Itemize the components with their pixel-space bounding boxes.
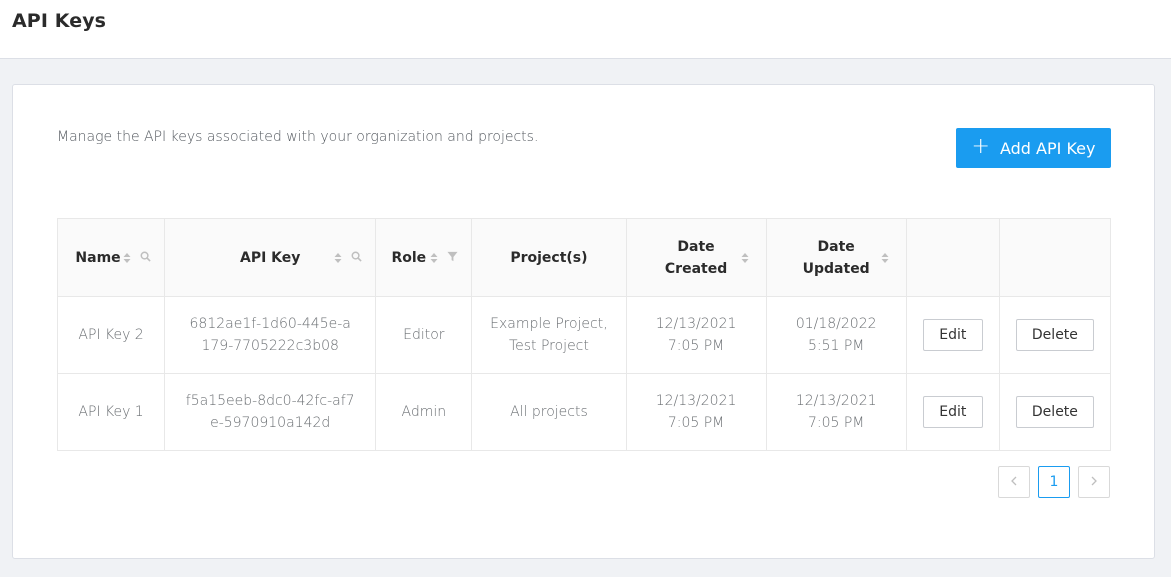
column-label-api-key: API Key — [239, 249, 301, 266]
sort-icon[interactable] — [880, 252, 890, 264]
filter-icon[interactable] — [447, 247, 458, 269]
cell-delete: Delete — [998, 296, 1112, 374]
api-key-value: f5a15eeb-8dc0-42fc-af7e-5970910a142d — [185, 393, 355, 431]
projects-value: All projects — [510, 404, 588, 420]
cell-projects: Example Project, Test Project — [471, 296, 627, 374]
api-keys-card: Manage the API keys associated with your… — [12, 84, 1155, 559]
delete-button[interactable]: Delete — [1015, 319, 1094, 351]
column-label-projects: Project(s) — [510, 249, 588, 266]
column-label-name: Name — [75, 249, 121, 266]
cell-date-created: 12/13/2021 7:05 PM — [625, 373, 767, 451]
pagination-prev-button[interactable] — [998, 466, 1030, 498]
add-api-key-button[interactable]: + Add API Key — [956, 128, 1111, 168]
column-header-edit — [905, 218, 1000, 297]
sort-icon[interactable] — [122, 252, 132, 264]
date-updated-value: 01/18/2022 5:51 PM — [795, 316, 877, 354]
page-description: Manage the API keys associated with your… — [57, 129, 539, 145]
pagination-next-button[interactable] — [1078, 466, 1110, 498]
column-header-role[interactable]: Role — [375, 218, 473, 297]
plus-icon: + — [971, 134, 990, 159]
cell-edit: Edit — [905, 373, 1000, 451]
page-title: API Keys — [12, 10, 107, 32]
date-updated-value: 12/13/2021 7:05 PM — [795, 393, 877, 431]
cell-date-updated: 12/13/2021 7:05 PM — [765, 373, 907, 451]
column-header-date-created[interactable]: Date Created — [625, 218, 767, 297]
cell-role: Editor — [375, 296, 473, 374]
table-header-row: Name API Key Role Project(s) Date Create… — [56, 218, 1112, 297]
chevron-right-icon — [1090, 474, 1098, 490]
date-created-value: 12/13/2021 7:05 PM — [655, 393, 737, 431]
column-label-date-created: Date Created — [664, 238, 728, 277]
edit-button[interactable]: Edit — [922, 319, 983, 351]
top-bar: API Keys — [0, 0, 1171, 59]
cell-date-updated: 01/18/2022 5:51 PM — [765, 296, 907, 374]
delete-button[interactable]: Delete — [1015, 396, 1094, 428]
column-header-date-updated[interactable]: Date Updated — [765, 218, 907, 297]
table-row: API Key 2 6812ae1f-1d60-445e-a179-770522… — [56, 296, 1112, 374]
column-label-role: Role — [391, 249, 427, 266]
column-header-projects[interactable]: Project(s) — [471, 218, 659, 297]
cell-name: API Key 2 — [56, 296, 166, 374]
sort-icon[interactable] — [333, 252, 343, 264]
cell-name: API Key 1 — [56, 373, 166, 451]
date-created-value: 12/13/2021 7:05 PM — [655, 316, 737, 354]
cell-role: Admin — [375, 373, 473, 451]
column-label-date-updated: Date Updated — [802, 238, 870, 277]
projects-value: Example Project, Test Project — [490, 316, 608, 354]
table-row: API Key 1 f5a15eeb-8dc0-42fc-af7e-597091… — [56, 373, 1112, 451]
column-header-name[interactable]: Name — [56, 218, 166, 297]
add-api-key-label: Add API Key — [999, 138, 1096, 158]
sort-icon[interactable] — [429, 252, 439, 264]
api-keys-table: Name API Key Role Project(s) Date Create… — [56, 218, 1112, 451]
column-header-delete — [998, 218, 1112, 297]
edit-button[interactable]: Edit — [922, 396, 983, 428]
cell-date-created: 12/13/2021 7:05 PM — [625, 296, 767, 374]
cell-api-key: 6812ae1f-1d60-445e-a179-7705222c3b08 — [164, 296, 377, 374]
column-header-api-key[interactable]: API Key — [164, 218, 377, 297]
cell-api-key: f5a15eeb-8dc0-42fc-af7e-5970910a142d — [164, 373, 377, 451]
cell-delete: Delete — [998, 373, 1112, 451]
chevron-left-icon — [1010, 474, 1018, 490]
cell-edit: Edit — [905, 296, 1000, 374]
cell-projects: All projects — [471, 373, 627, 451]
search-icon[interactable] — [140, 247, 151, 269]
search-icon[interactable] — [351, 247, 362, 269]
sort-icon[interactable] — [740, 252, 750, 264]
api-key-value: 6812ae1f-1d60-445e-a179-7705222c3b08 — [189, 316, 351, 354]
pagination-page-1[interactable]: 1 — [1038, 466, 1070, 498]
